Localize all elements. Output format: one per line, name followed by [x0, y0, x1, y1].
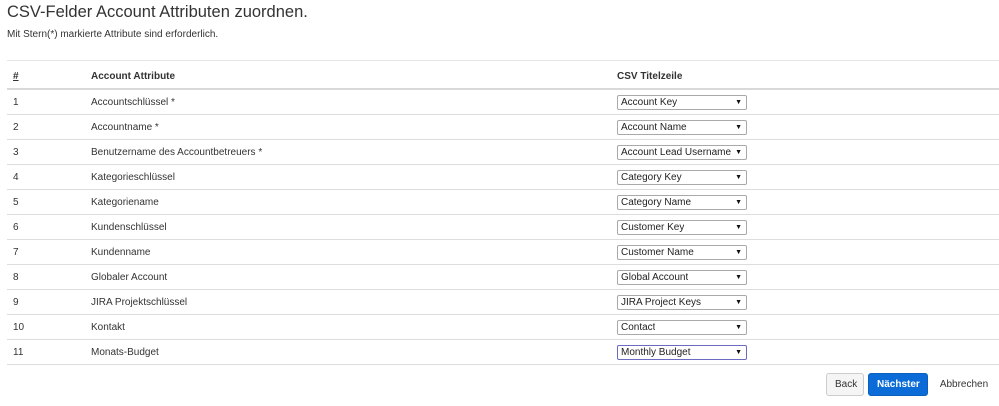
row-number: 7 [7, 239, 91, 265]
attribute-label: Accountschlüssel * [91, 89, 617, 115]
table-row: 7 Kundenname Customer Name ▼ [7, 239, 999, 265]
select-value: Customer Key [621, 221, 685, 233]
header-csv-titelzeile: CSV Titelzeile [617, 65, 999, 90]
attribute-label: Accountname * [91, 114, 617, 140]
table-row: 9 JIRA Projektschlüssel JIRA Project Key… [7, 289, 999, 315]
attribute-label: Monats-Budget [91, 339, 617, 365]
back-button[interactable]: Back [826, 373, 864, 396]
select-value: Monthly Budget [621, 346, 691, 358]
row-number: 5 [7, 189, 91, 215]
triangle-down-icon: ▼ [735, 98, 742, 106]
triangle-down-icon: ▼ [735, 248, 742, 256]
row-number: 9 [7, 289, 91, 315]
triangle-down-icon: ▼ [735, 198, 742, 206]
select-value: Customer Name [621, 246, 694, 258]
select-value: Account Lead Username [621, 146, 732, 158]
attribute-label: Kategorieschlüssel [91, 164, 617, 190]
attribute-label: Kundenname [91, 239, 617, 265]
csv-column-select[interactable]: Category Key ▼ [617, 169, 747, 185]
divider [7, 60, 999, 61]
table-row: 3 Benutzername des Accountbetreuers * Ac… [7, 139, 999, 165]
header-account-attribute: Account Attribute [91, 65, 617, 90]
row-number: 6 [7, 214, 91, 240]
row-number: 3 [7, 139, 91, 165]
mapping-table: # Account Attribute CSV Titelzeile 1 Acc… [7, 65, 999, 365]
row-number: 8 [7, 264, 91, 290]
select-value: Account Name [621, 121, 687, 133]
row-number: 10 [7, 314, 91, 340]
triangle-down-icon: ▼ [735, 273, 742, 281]
attribute-label: Kundenschlüssel [91, 214, 617, 240]
csv-column-select[interactable]: Monthly Budget ▼ [617, 344, 747, 360]
row-number: 2 [7, 114, 91, 140]
csv-column-select[interactable]: Customer Key ▼ [617, 219, 747, 235]
table-row: 1 Accountschlüssel * Account Key ▼ [7, 89, 999, 115]
csv-column-select[interactable]: Account Lead Username ▼ [617, 144, 747, 160]
triangle-down-icon: ▼ [735, 348, 742, 356]
select-value: Contact [621, 321, 656, 333]
csv-column-select[interactable]: JIRA Project Keys ▼ [617, 294, 747, 310]
csv-column-select[interactable]: Customer Name ▼ [617, 244, 747, 260]
select-value: JIRA Project Keys [621, 296, 702, 308]
attribute-label: Kontakt [91, 314, 617, 340]
next-button[interactable]: Nächster [868, 373, 928, 396]
table-row: 2 Accountname * Account Name ▼ [7, 114, 999, 140]
csv-column-select[interactable]: Category Name ▼ [617, 194, 747, 210]
select-value: Global Account [621, 271, 689, 283]
attribute-label: Globaler Account [91, 264, 617, 290]
triangle-down-icon: ▼ [735, 173, 742, 181]
header-number: # [7, 65, 91, 90]
triangle-down-icon: ▼ [735, 148, 742, 156]
triangle-down-icon: ▼ [735, 223, 742, 231]
table-header-row: # Account Attribute CSV Titelzeile [7, 65, 999, 90]
attribute-label: Benutzername des Accountbetreuers * [91, 139, 617, 165]
attribute-label: JIRA Projektschlüssel [91, 289, 617, 315]
table-row: 5 Kategoriename Category Name ▼ [7, 189, 999, 215]
table-row: 4 Kategorieschlüssel Category Key ▼ [7, 164, 999, 190]
csv-column-select[interactable]: Global Account ▼ [617, 269, 747, 285]
page-title: CSV-Felder Account Attributen zuordnen. [7, 3, 308, 21]
select-value: Category Key [621, 171, 682, 183]
table-row: 11 Monats-Budget Monthly Budget ▼ [7, 339, 999, 365]
select-value: Category Name [621, 196, 692, 208]
row-number: 11 [7, 339, 91, 365]
csv-column-select[interactable]: Account Name ▼ [617, 119, 747, 135]
cancel-button[interactable]: Abbrechen [932, 373, 996, 396]
attribute-label: Kategoriename [91, 189, 617, 215]
row-number: 4 [7, 164, 91, 190]
page-subtitle: Mit Stern(*) markierte Attribute sind er… [7, 29, 219, 40]
csv-column-select[interactable]: Contact ▼ [617, 319, 747, 335]
row-number: 1 [7, 89, 91, 115]
table-row: 6 Kundenschlüssel Customer Key ▼ [7, 214, 999, 240]
csv-column-select[interactable]: Account Key ▼ [617, 94, 747, 110]
select-value: Account Key [621, 96, 678, 108]
table-row: 8 Globaler Account Global Account ▼ [7, 264, 999, 290]
table-row: 10 Kontakt Contact ▼ [7, 314, 999, 340]
triangle-down-icon: ▼ [735, 123, 742, 131]
triangle-down-icon: ▼ [735, 323, 742, 331]
triangle-down-icon: ▼ [735, 298, 742, 306]
